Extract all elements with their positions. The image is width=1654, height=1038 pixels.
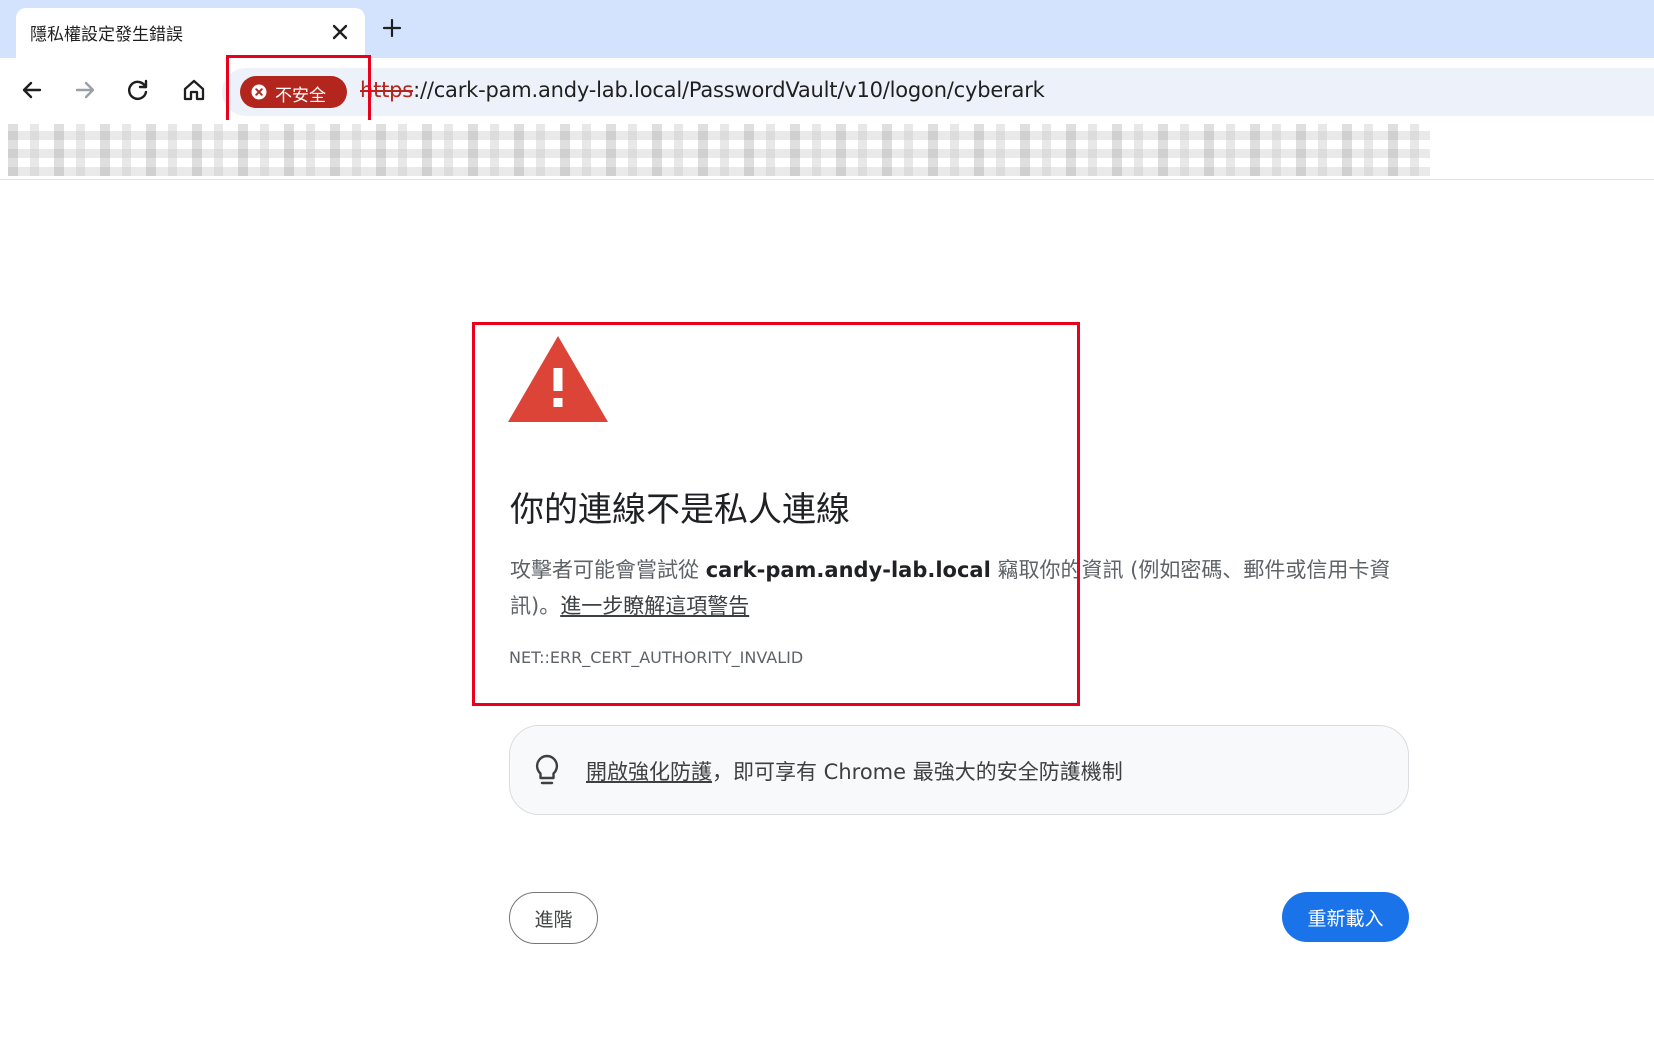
active-tab[interactable]: 隱私權設定發生錯誤 xyxy=(16,8,365,58)
address-bar[interactable]: 不安全 https://cark-pam.andy-lab.local/Pass… xyxy=(222,68,1654,116)
back-arrow-icon[interactable] xyxy=(18,76,46,104)
tab-title: 隱私權設定發生錯誤 xyxy=(30,25,183,45)
tab-strip: 隱私權設定發生錯誤 xyxy=(0,0,1654,58)
content-highlight-box xyxy=(472,322,1080,706)
enhanced-protection-promo: 開啟強化防護，即可享有 Chrome 最強大的安全防護機制 xyxy=(509,725,1409,815)
forward-arrow-icon[interactable] xyxy=(71,76,99,104)
enhanced-protection-text: 開啟強化防護，即可享有 Chrome 最強大的安全防護機制 xyxy=(586,756,1123,786)
reload-button[interactable]: 重新載入 xyxy=(1282,892,1409,942)
enhanced-protection-desc: ，即可享有 Chrome 最強大的安全防護機制 xyxy=(712,760,1123,784)
bookmarks-bar xyxy=(0,120,1654,180)
url-text[interactable]: https://cark-pam.andy-lab.local/Password… xyxy=(360,78,1045,102)
reload-icon[interactable] xyxy=(124,76,152,104)
chip-highlight-box xyxy=(226,55,371,125)
plus-icon[interactable] xyxy=(380,16,404,40)
close-icon[interactable] xyxy=(328,20,352,44)
pixelated-bookmarks xyxy=(8,124,1430,176)
advanced-button[interactable]: 進階 xyxy=(509,892,598,944)
home-icon[interactable] xyxy=(180,76,208,104)
lightbulb-icon xyxy=(535,754,559,785)
url-rest: ://cark-pam.andy-lab.local/PasswordVault… xyxy=(413,78,1045,102)
enhanced-protection-link[interactable]: 開啟強化防護 xyxy=(586,760,712,784)
